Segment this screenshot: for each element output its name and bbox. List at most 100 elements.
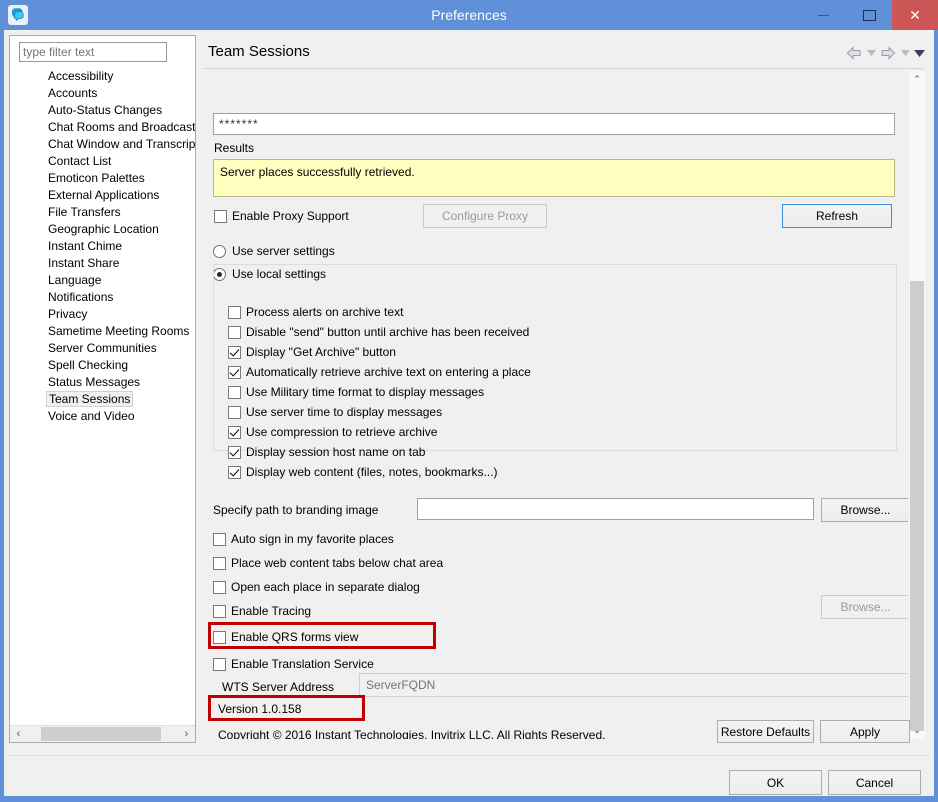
radio-icon[interactable] xyxy=(213,244,226,258)
configure-proxy-button[interactable]: Configure Proxy xyxy=(423,204,547,228)
sidebar-item-language[interactable]: Language xyxy=(10,272,195,289)
sidebar-item-contact-list[interactable]: Contact List xyxy=(10,153,195,170)
option-place-web-tabs-row[interactable]: Place web content tabs below chat area xyxy=(213,556,443,570)
checkbox-icon[interactable] xyxy=(228,405,241,419)
scroll-right-icon[interactable]: › xyxy=(178,726,195,742)
branding-image-path-input[interactable] xyxy=(417,498,814,520)
settings-vscroll-thumb[interactable] xyxy=(910,281,924,731)
forward-dropdown-button[interactable] xyxy=(899,44,911,62)
checkbox-icon-checked[interactable] xyxy=(228,425,241,439)
sidebar-item-chat-window-and-transcript[interactable]: Chat Window and Transcript xyxy=(10,136,195,153)
checkbox-icon[interactable] xyxy=(213,556,226,570)
wts-server-address-input[interactable] xyxy=(359,673,910,697)
checkbox-icon[interactable] xyxy=(228,385,241,399)
sidebar-item-geographic-location[interactable]: Geographic Location xyxy=(10,221,195,238)
restore-defaults-button[interactable]: Restore Defaults xyxy=(717,720,814,743)
option-label: Open each place in separate dialog xyxy=(231,580,420,594)
checkbox-icon[interactable] xyxy=(213,657,226,671)
tree-hscroll-track[interactable] xyxy=(27,726,178,742)
checkbox-icon[interactable] xyxy=(228,325,241,339)
sidebar-item-label: Voice and Video xyxy=(48,409,135,423)
option-disable-send-row[interactable]: Disable "send" button until archive has … xyxy=(228,325,529,339)
forward-button[interactable] xyxy=(879,44,897,62)
sidebar-item-team-sessions[interactable]: Team Sessions xyxy=(10,391,195,408)
checkbox-icon-checked[interactable] xyxy=(228,445,241,459)
scroll-left-icon[interactable]: ‹ xyxy=(10,726,27,742)
sidebar-item-auto-status-changes[interactable]: Auto-Status Changes xyxy=(10,102,195,119)
ok-button[interactable]: OK xyxy=(729,770,822,795)
server-password-field[interactable] xyxy=(213,113,895,135)
option-server-time-row[interactable]: Use server time to display messages xyxy=(228,405,442,419)
option-enable-translation-service-row[interactable]: Enable Translation Service xyxy=(213,657,374,671)
option-label: Disable "send" button until archive has … xyxy=(246,325,530,339)
settings-scroll-area: Results Server places successfully retri… xyxy=(204,71,910,739)
checkbox-icon-checked[interactable] xyxy=(228,465,241,479)
checkbox-icon[interactable] xyxy=(213,604,226,618)
arrow-left-icon xyxy=(846,46,861,60)
sidebar-item-accounts[interactable]: Accounts xyxy=(10,85,195,102)
checkbox-icon[interactable] xyxy=(213,630,226,644)
cancel-button[interactable]: Cancel xyxy=(828,770,921,795)
sidebar-item-accessibility[interactable]: Accessibility xyxy=(10,68,195,85)
minimize-button[interactable] xyxy=(800,0,846,30)
results-message-box: Server places successfully retrieved. xyxy=(213,159,895,197)
sidebar-item-voice-and-video[interactable]: Voice and Video xyxy=(10,408,195,425)
checkbox-icon[interactable] xyxy=(214,209,227,223)
option-use-compression-row[interactable]: Use compression to retrieve archive xyxy=(228,425,437,439)
sidebar-item-chat-rooms-and-broadcast[interactable]: Chat Rooms and Broadcast T xyxy=(10,119,195,136)
sidebar-item-label: File Transfers xyxy=(48,205,121,219)
refresh-button[interactable]: Refresh xyxy=(782,204,892,228)
sidebar-item-file-transfers[interactable]: File Transfers xyxy=(10,204,195,221)
close-icon: ✕ xyxy=(909,7,921,23)
option-process-alerts-row[interactable]: Process alerts on archive text xyxy=(228,305,403,319)
sidebar-item-label: External Applications xyxy=(48,188,160,202)
sidebar-item-instant-chime[interactable]: Instant Chime xyxy=(10,238,195,255)
sidebar-item-instant-share[interactable]: Instant Share xyxy=(10,255,195,272)
option-label: Enable Tracing xyxy=(231,604,312,618)
page-title: Team Sessions xyxy=(208,43,310,60)
sidebar-item-sametime-meeting-rooms[interactable]: Sametime Meeting Rooms xyxy=(10,323,195,340)
option-open-place-separate-dialog-row[interactable]: Open each place in separate dialog xyxy=(213,580,420,594)
option-enable-qrs-forms-view-row[interactable]: Enable QRS forms view xyxy=(213,630,358,644)
sidebar-item-spell-checking[interactable]: Spell Checking xyxy=(10,357,195,374)
option-label: Auto sign in my favorite places xyxy=(231,532,394,546)
sidebar-item-emoticon-palettes[interactable]: Emoticon Palettes xyxy=(10,170,195,187)
sidebar-item-label: Chat Window and Transcript xyxy=(48,137,195,151)
tracing-browse-button[interactable]: Browse... xyxy=(821,595,910,619)
sidebar-item-status-messages[interactable]: Status Messages xyxy=(10,374,195,391)
option-auto-retrieve-archive-row[interactable]: Automatically retrieve archive text on e… xyxy=(228,365,531,379)
settings-vertical-scrollbar[interactable]: ⌃ ⌄ xyxy=(908,71,925,739)
sidebar-item-privacy[interactable]: Privacy xyxy=(10,306,195,323)
sidebar-item-external-applications[interactable]: External Applications xyxy=(10,187,195,204)
tree-horizontal-scrollbar[interactable]: ‹ › xyxy=(10,725,195,742)
sidebar-item-notifications[interactable]: Notifications xyxy=(10,289,195,306)
checkbox-icon[interactable] xyxy=(213,580,226,594)
maximize-button[interactable] xyxy=(846,0,892,30)
checkbox-icon[interactable] xyxy=(228,305,241,319)
back-button[interactable] xyxy=(845,44,863,62)
checkbox-icon-checked[interactable] xyxy=(228,345,241,359)
use-server-settings-radio-row[interactable]: Use server settings xyxy=(213,244,335,258)
panel-menu-button[interactable] xyxy=(913,44,925,62)
option-display-web-content-row[interactable]: Display web content (files, notes, bookm… xyxy=(228,465,497,479)
close-button[interactable]: ✕ xyxy=(892,0,938,30)
back-dropdown-button[interactable] xyxy=(865,44,877,62)
tree-hscroll-thumb[interactable] xyxy=(41,727,161,741)
filter-input[interactable] xyxy=(19,42,167,62)
checkbox-icon[interactable] xyxy=(213,532,226,546)
sidebar-item-server-communities[interactable]: Server Communities xyxy=(10,340,195,357)
window-title: Preferences xyxy=(431,7,507,23)
option-auto-sign-in-row[interactable]: Auto sign in my favorite places xyxy=(213,532,394,546)
option-military-time-row[interactable]: Use Military time format to display mess… xyxy=(228,385,484,399)
enable-proxy-support-checkbox-row[interactable]: Enable Proxy Support xyxy=(214,209,349,223)
minimize-icon xyxy=(817,14,829,16)
scroll-up-icon[interactable]: ⌃ xyxy=(909,71,925,88)
apply-button[interactable]: Apply xyxy=(820,720,910,743)
checkbox-icon-checked[interactable] xyxy=(228,365,241,379)
branding-browse-button[interactable]: Browse... xyxy=(821,498,910,522)
option-enable-tracing-row[interactable]: Enable Tracing xyxy=(213,604,311,618)
sidebar-item-label: Spell Checking xyxy=(48,358,129,372)
sidebar-item-label: Chat Rooms and Broadcast T xyxy=(48,120,195,134)
option-display-get-archive-row[interactable]: Display "Get Archive" button xyxy=(228,345,396,359)
option-display-host-name-row[interactable]: Display session host name on tab xyxy=(228,445,425,459)
